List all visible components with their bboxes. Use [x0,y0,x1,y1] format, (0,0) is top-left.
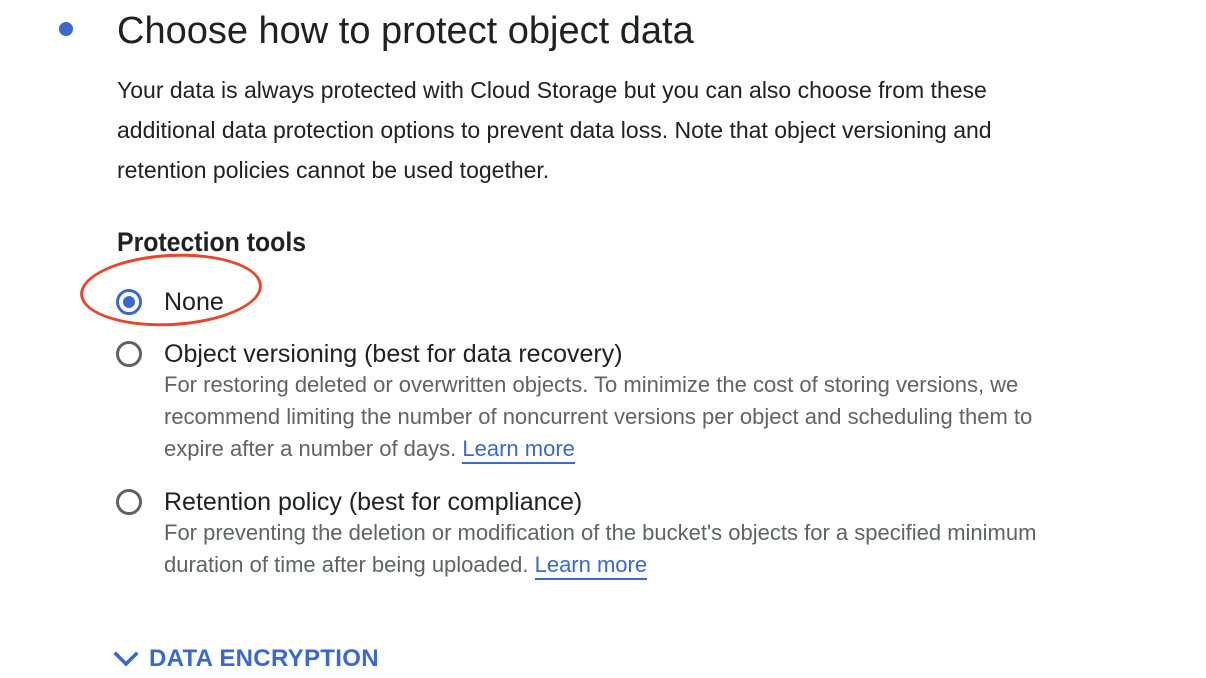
learn-more-link-versioning[interactable]: Learn more [462,436,575,464]
description-text: For restoring deleted or overwritten obj… [164,372,1033,461]
radio-button-retention-policy[interactable] [116,489,142,515]
data-encryption-label: DATA ENCRYPTION [149,645,379,672]
protection-step-panel: Choose how to protect object data Your d… [0,0,1206,678]
step-title: Choose how to protect object data [117,10,694,52]
data-encryption-expander[interactable]: DATA ENCRYPTION [113,643,379,675]
radio-label-object-versioning: Object versioning (best for data recover… [164,340,623,368]
option-description-object-versioning: For restoring deleted or overwritten obj… [164,369,1074,465]
step-indicator-dot [59,22,73,36]
option-description-retention-policy: For preventing the deletion or modificat… [164,517,1074,581]
step-description: Your data is always protected with Cloud… [117,77,992,183]
red-highlight-circle [78,249,264,331]
radio-button-object-versioning[interactable] [116,341,142,367]
learn-more-link-retention[interactable]: Learn more [534,552,648,580]
radio-label-retention-policy: Retention policy (best for compliance) [164,488,583,516]
chevron-down-icon [113,651,139,667]
protection-tools-heading: Protection tools [117,227,307,257]
